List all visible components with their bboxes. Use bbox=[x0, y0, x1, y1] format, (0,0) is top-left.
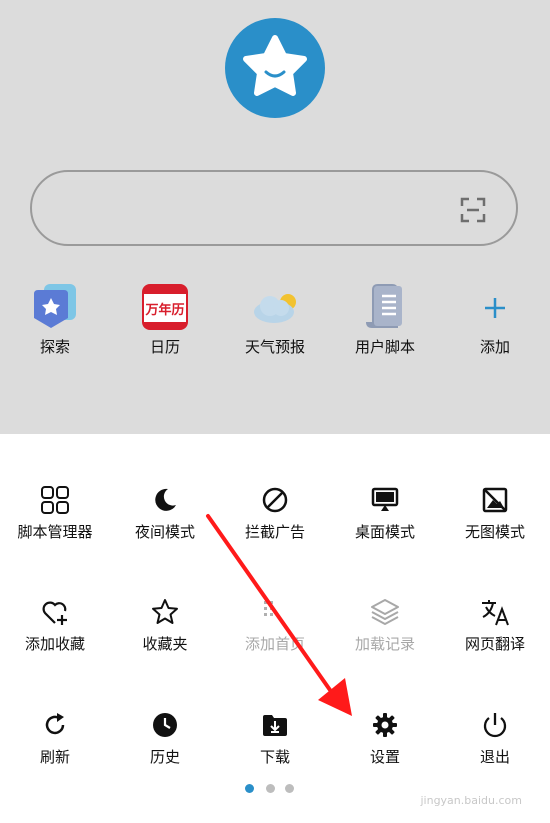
menu-script-manager[interactable]: 脚本管理器 bbox=[0, 485, 110, 555]
star-face-icon bbox=[243, 35, 307, 96]
shortcut-weather[interactable]: 天气预报 bbox=[220, 282, 330, 362]
menu-label: 桌面模式 bbox=[354, 523, 415, 541]
menu-label: 无图模式 bbox=[464, 523, 525, 541]
shortcut-label: 探索 bbox=[39, 338, 70, 356]
no-image-icon bbox=[482, 487, 508, 513]
menu-label: 收藏夹 bbox=[142, 635, 188, 653]
menu-label: 夜间模式 bbox=[134, 523, 195, 541]
menu-load-history[interactable]: 加载记录 bbox=[330, 597, 440, 667]
shortcut-add[interactable]: 添加 bbox=[440, 282, 550, 362]
menu-label: 脚本管理器 bbox=[17, 523, 93, 541]
moon-icon bbox=[155, 488, 176, 511]
layers-icon bbox=[371, 599, 399, 625]
add-home-icon bbox=[264, 601, 273, 616]
refresh-icon bbox=[45, 713, 65, 735]
menu-block-ads[interactable]: 拦截广告 bbox=[220, 485, 330, 555]
menu-exit[interactable]: 退出 bbox=[440, 710, 550, 780]
shortcut-label: 添加 bbox=[479, 338, 510, 356]
weather-icon bbox=[254, 294, 296, 323]
menu-desktop-mode[interactable]: 桌面模式 bbox=[330, 485, 440, 555]
power-icon bbox=[483, 713, 507, 738]
menu-label: 网页翻译 bbox=[464, 635, 525, 653]
shortcut-label: 天气预报 bbox=[244, 338, 305, 356]
explore-icon bbox=[34, 284, 76, 328]
heart-plus-icon bbox=[42, 601, 67, 625]
menu-label: 加载记录 bbox=[354, 635, 415, 653]
menu-label: 历史 bbox=[149, 748, 180, 766]
grid-icon bbox=[41, 486, 69, 514]
clock-icon bbox=[153, 713, 177, 737]
shortcut-label: 用户脚本 bbox=[354, 338, 415, 356]
menu-label: 拦截广告 bbox=[244, 523, 305, 541]
scan-icon[interactable] bbox=[460, 197, 486, 223]
menu-label: 设置 bbox=[369, 748, 400, 766]
download-folder-icon bbox=[263, 715, 287, 736]
star-icon bbox=[152, 599, 178, 624]
page-dot[interactable] bbox=[266, 784, 275, 793]
calendar-badge-text: 万年历 bbox=[145, 303, 185, 318]
menu-refresh[interactable]: 刷新 bbox=[0, 710, 110, 780]
app-logo bbox=[225, 18, 325, 118]
menu-bookmarks[interactable]: 收藏夹 bbox=[110, 597, 220, 667]
page-dot[interactable] bbox=[285, 784, 294, 793]
menu-label: 添加首页 bbox=[244, 635, 305, 653]
page-indicator bbox=[245, 784, 305, 794]
menu-label: 下载 bbox=[259, 748, 290, 766]
menu-download[interactable]: 下载 bbox=[220, 710, 330, 780]
gear-icon bbox=[373, 713, 397, 737]
plus-icon bbox=[485, 298, 505, 318]
menu-label: 添加收藏 bbox=[24, 635, 85, 653]
homepage-area: 探索 万年历 日历 天气预报 用户脚本 添加 bbox=[0, 0, 550, 434]
search-bar[interactable] bbox=[30, 170, 518, 246]
shortcut-user-script[interactable]: 用户脚本 bbox=[330, 282, 440, 362]
menu-night-mode[interactable]: 夜间模式 bbox=[110, 485, 220, 555]
menu-translate[interactable]: 网页翻译 bbox=[440, 597, 550, 667]
watermark-text: jingyan.baidu.com bbox=[420, 794, 522, 807]
menu-add-bookmark[interactable]: 添加收藏 bbox=[0, 597, 110, 667]
shortcut-explore[interactable]: 探索 bbox=[0, 282, 110, 362]
shortcut-label: 日历 bbox=[149, 338, 180, 356]
menu-add-home[interactable]: 添加首页 bbox=[220, 597, 330, 667]
menu-settings[interactable]: 设置 bbox=[330, 710, 440, 780]
block-icon bbox=[262, 487, 288, 513]
shortcut-calendar[interactable]: 万年历 日历 bbox=[110, 282, 220, 362]
translate-icon bbox=[482, 600, 509, 626]
menu-label: 刷新 bbox=[39, 748, 70, 766]
page-dot-active[interactable] bbox=[245, 784, 254, 793]
monitor-icon bbox=[371, 487, 399, 511]
menu-no-image-mode[interactable]: 无图模式 bbox=[440, 485, 550, 555]
script-icon bbox=[366, 284, 402, 328]
menu-history[interactable]: 历史 bbox=[110, 710, 220, 780]
menu-label: 退出 bbox=[479, 748, 510, 766]
